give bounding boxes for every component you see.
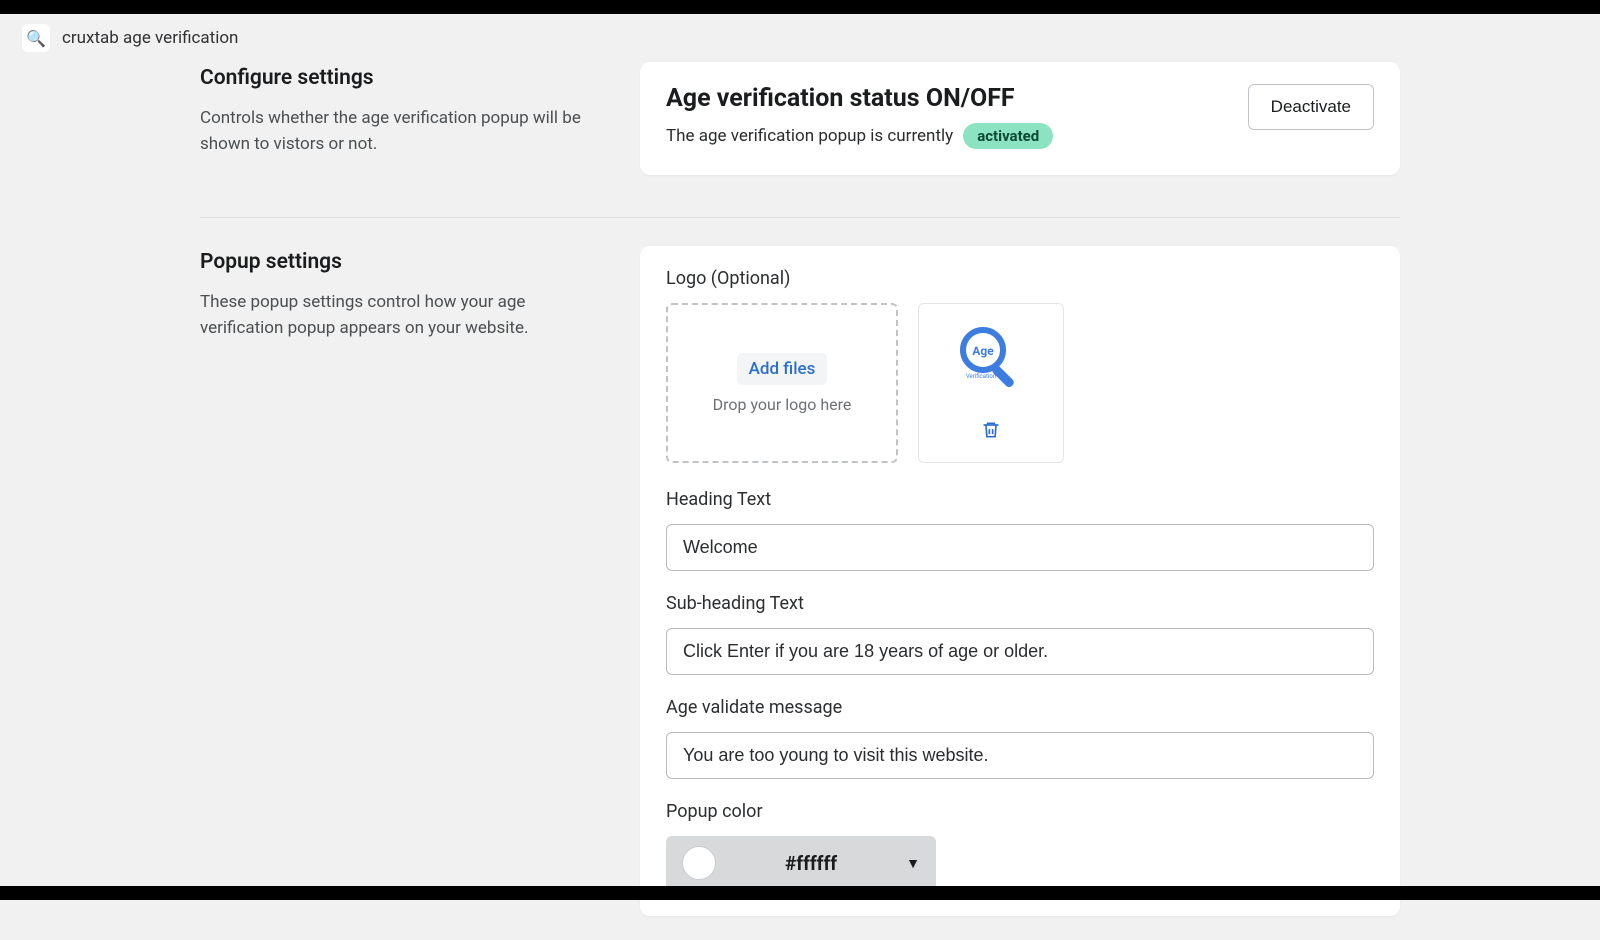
logo-preview-image: Age Verification (951, 322, 1031, 402)
subheading-input[interactable] (666, 628, 1374, 675)
breadcrumb-text: cruxtab age verification (62, 28, 238, 48)
logo-label: Logo (Optional) (666, 268, 1374, 289)
validate-label: Age validate message (666, 697, 1374, 718)
subheading-label: Sub-heading Text (666, 593, 1374, 614)
deactivate-button[interactable]: Deactivate (1248, 84, 1374, 130)
magnifier-age-icon: Age Verification (951, 322, 1031, 402)
configure-desc: Controls whether the age verification po… (200, 106, 600, 157)
popup-desc: These popup settings control how your ag… (200, 290, 600, 341)
section-configure-left: Configure settings Controls whether the … (200, 62, 600, 175)
status-badge: activated (963, 123, 1053, 149)
popup-card: Logo (Optional) Add files Drop your logo… (640, 246, 1400, 916)
main-content: Configure settings Controls whether the … (180, 62, 1420, 940)
heading-label: Heading Text (666, 489, 1374, 510)
logo-preview-card: Age Verification (918, 303, 1064, 463)
add-files-button[interactable]: Add files (737, 353, 828, 385)
section-popup-right: Logo (Optional) Add files Drop your logo… (640, 246, 1400, 916)
section-popup: Popup settings These popup settings cont… (200, 246, 1400, 940)
status-line-text: The age verification popup is currently (666, 126, 953, 146)
popup-color-label: Popup color (666, 801, 1374, 822)
svg-text:Verification: Verification (966, 373, 996, 380)
section-divider (200, 217, 1400, 218)
status-title: Age verification status ON/OFF (666, 84, 1228, 113)
trash-icon (981, 420, 1001, 440)
color-value: #ffffff (730, 852, 892, 875)
app-icon: 🔍 (22, 24, 50, 52)
validate-input[interactable] (666, 732, 1374, 779)
letterbox-bottom (0, 886, 1600, 900)
delete-logo-button[interactable] (975, 414, 1007, 452)
chevron-down-icon: ▼ (906, 855, 920, 872)
section-configure-right: Age verification status ON/OFF The age v… (640, 62, 1400, 175)
search-icon: 🔍 (26, 29, 46, 48)
section-configure: Configure settings Controls whether the … (200, 62, 1400, 199)
letterbox-top (0, 0, 1600, 14)
status-row: Age verification status ON/OFF The age v… (666, 84, 1374, 149)
popup-color-select[interactable]: #ffffff ▼ (666, 836, 936, 890)
logo-dropzone[interactable]: Add files Drop your logo here (666, 303, 898, 463)
heading-input[interactable] (666, 524, 1374, 571)
svg-text:Age: Age (972, 344, 994, 358)
breadcrumb: 🔍 cruxtab age verification (0, 14, 1600, 62)
status-card: Age verification status ON/OFF The age v… (640, 62, 1400, 175)
popup-title: Popup settings (200, 250, 600, 274)
configure-title: Configure settings (200, 66, 600, 90)
section-popup-left: Popup settings These popup settings cont… (200, 246, 600, 916)
logo-row: Add files Drop your logo here Age Verifi… (666, 303, 1374, 463)
drop-hint: Drop your logo here (713, 395, 852, 414)
status-left: Age verification status ON/OFF The age v… (666, 84, 1228, 149)
status-line: The age verification popup is currently … (666, 123, 1228, 149)
color-swatch (682, 846, 716, 880)
